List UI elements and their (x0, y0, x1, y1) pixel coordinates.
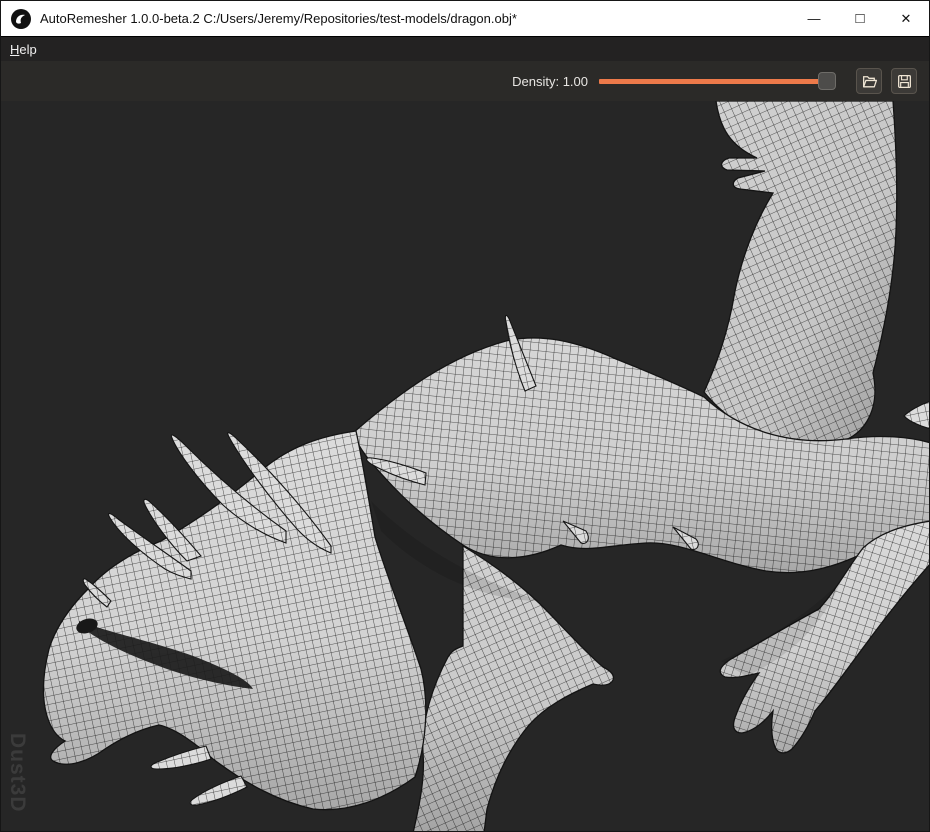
app-window: AutoRemesher 1.0.0-beta.2 C:/Users/Jerem… (0, 0, 930, 832)
minimize-button[interactable]: — (791, 1, 837, 36)
window-title: AutoRemesher 1.0.0-beta.2 C:/Users/Jerem… (40, 11, 517, 26)
titlebar: AutoRemesher 1.0.0-beta.2 C:/Users/Jerem… (1, 1, 929, 37)
watermark: Dust3D (6, 733, 29, 813)
density-slider[interactable] (599, 71, 847, 91)
dragon-arm (703, 101, 898, 446)
open-model-button[interactable] (856, 68, 882, 94)
dragon-head (42, 430, 427, 811)
app-logo-icon (11, 8, 31, 29)
dragon-model (42, 101, 929, 831)
maximize-button[interactable]: □ (837, 1, 883, 36)
save-icon (897, 74, 911, 88)
menu-help-rest: elp (19, 41, 37, 57)
density-label: Density: 1.00 (512, 73, 588, 89)
menu-help[interactable]: Help (1, 37, 46, 61)
dragon-foreleg (412, 545, 615, 831)
menu-help-mnemonic: H (10, 41, 20, 57)
menubar: Help (1, 37, 929, 61)
density-slider-track[interactable] (599, 79, 828, 84)
density-slider-handle[interactable] (818, 72, 836, 90)
close-button[interactable]: ✕ (883, 1, 929, 36)
density-value: 1.00 (562, 73, 588, 89)
model-viewport[interactable]: Dust3D (1, 101, 929, 831)
toolbar: Density: 1.00 (1, 61, 929, 101)
save-model-button[interactable] (891, 68, 917, 94)
folder-open-icon (862, 75, 877, 87)
